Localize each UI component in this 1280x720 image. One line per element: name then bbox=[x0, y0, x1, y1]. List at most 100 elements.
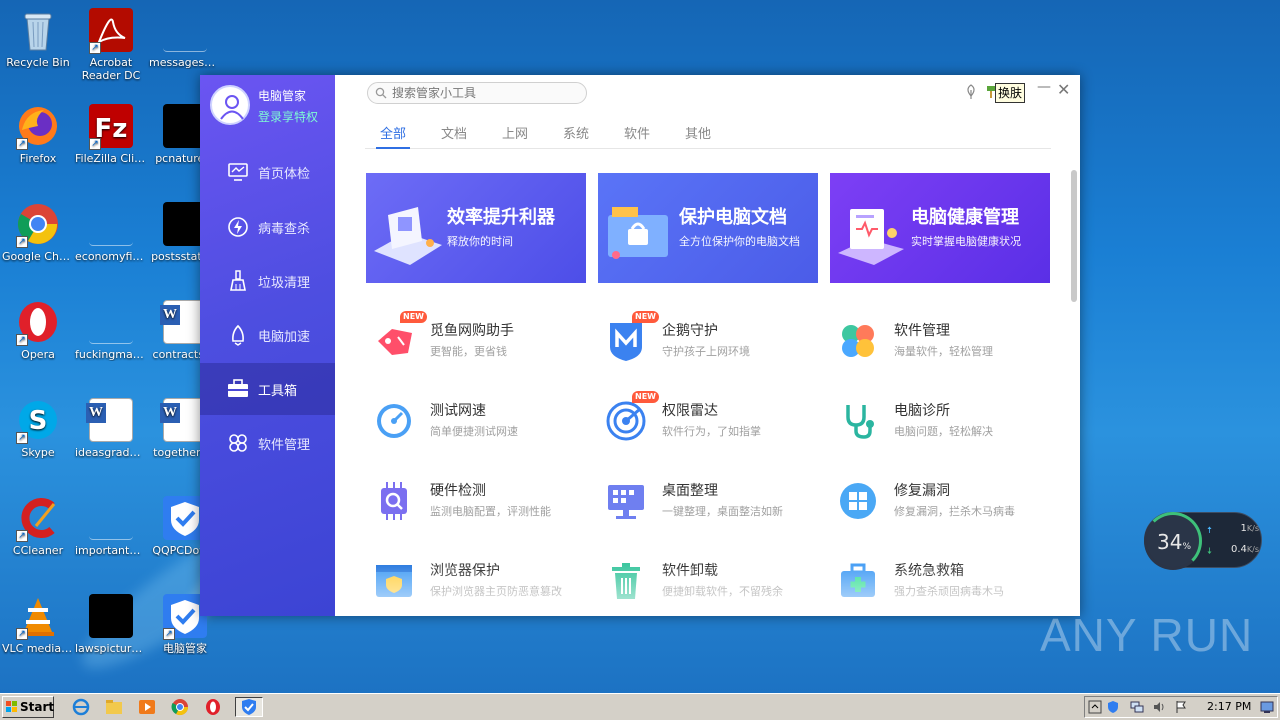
desktop-icon-filezilla[interactable]: Fz ↗ FileZilla Client bbox=[73, 104, 149, 165]
tool-browser-protect[interactable]: 浏览器保护 保护浏览器主页防恶意篡改 bbox=[366, 551, 586, 611]
system-tray: 2:17 PM bbox=[1084, 696, 1278, 718]
show-hidden-icons-icon[interactable] bbox=[1088, 700, 1102, 714]
firefox-icon: ↗ bbox=[16, 104, 60, 150]
media-player-icon[interactable] bbox=[136, 697, 158, 717]
tool-desc: 监测电脑配置，评测性能 bbox=[430, 505, 551, 518]
tool-shopping-assistant[interactable]: NEW 觅鱼网购助手 更智能，更省钱 bbox=[366, 311, 586, 371]
tab-internet[interactable]: 上网 bbox=[502, 123, 528, 142]
login-privilege-link[interactable]: 登录享特权 bbox=[258, 108, 318, 125]
new-badge: NEW bbox=[400, 311, 427, 323]
tool-name: 桌面整理 bbox=[662, 483, 718, 499]
desktop-icon-ccleaner[interactable]: ↗ CCleaner bbox=[0, 496, 76, 557]
clover-icon bbox=[842, 325, 874, 357]
desktop-icon-label: Opera bbox=[21, 348, 55, 361]
vlc-icon: ↗ bbox=[16, 594, 60, 640]
nav-item-toolbox[interactable]: 工具箱 bbox=[200, 363, 335, 415]
stethoscope-icon bbox=[846, 405, 874, 439]
network-speed-widget[interactable]: 34% 🠅 1K/s 🠇 0.4K/s bbox=[1144, 512, 1262, 570]
tab-all[interactable]: 全部 bbox=[375, 123, 411, 149]
trash-icon bbox=[612, 563, 640, 599]
ie-icon[interactable] bbox=[70, 697, 92, 717]
taskbar: Start 2:17 PM bbox=[0, 693, 1280, 720]
tool-desc: 便捷卸载软件，不留残余 bbox=[662, 585, 783, 598]
desktop-icon-vlc[interactable]: ↗ VLC media player bbox=[0, 594, 76, 655]
speedometer-icon bbox=[377, 404, 411, 438]
desktop-icon-rtf[interactable]: W ideasgrade.rtf bbox=[73, 398, 149, 459]
desktop-icon-firefox[interactable]: ↗ Firefox bbox=[0, 104, 76, 165]
desktop-icon-file[interactable]: messagesd... bbox=[147, 8, 223, 69]
tool-pc-clinic[interactable]: 电脑诊所 电脑问题，轻松解决 bbox=[830, 391, 1050, 451]
desktop-icon-label: Skype bbox=[21, 446, 55, 459]
desktop-icon-file[interactable]: lawspicture... bbox=[73, 594, 149, 655]
start-button[interactable]: Start bbox=[2, 696, 54, 718]
banner-title: 效率提升利器 bbox=[447, 207, 555, 228]
tool-desc: 强力查杀顽固病毒木马 bbox=[894, 585, 1004, 598]
tool-speed-test[interactable]: 测试网速 简单便捷测试网速 bbox=[366, 391, 586, 451]
tool-penguin-guard[interactable]: NEW 企鹅守护 守护孩子上网环境 bbox=[598, 311, 818, 371]
nav-label: 首页体检 bbox=[258, 167, 311, 182]
radar-icon bbox=[606, 401, 646, 441]
skype-icon: S ↗ bbox=[16, 398, 60, 444]
show-desktop-icon[interactable] bbox=[1260, 700, 1274, 714]
desktop-icon-chrome[interactable]: ↗ Google Chrome bbox=[0, 202, 76, 263]
action-center-flag-icon[interactable] bbox=[1174, 700, 1188, 714]
search-box[interactable] bbox=[367, 82, 587, 104]
volume-icon[interactable] bbox=[1152, 700, 1166, 714]
tag-icon bbox=[378, 329, 412, 355]
chrome-icon[interactable] bbox=[169, 697, 191, 717]
tool-uninstall[interactable]: 软件卸载 便捷卸载软件，不留残余 bbox=[598, 551, 818, 611]
nav-item-junk-clean[interactable]: 垃圾清理 bbox=[200, 255, 335, 307]
desktop-icon-file[interactable]: fuckingmag... bbox=[73, 300, 149, 361]
tab-documents[interactable]: 文档 bbox=[441, 123, 467, 142]
network-icon[interactable] bbox=[1130, 700, 1144, 714]
desktop-icon-label: Firefox bbox=[19, 152, 57, 165]
opera-icon: ↗ bbox=[16, 300, 60, 346]
banner-protect-docs[interactable]: 保护电脑文档 全方位保护你的电脑文档 bbox=[598, 173, 818, 283]
close-button[interactable]: ✕ bbox=[1057, 80, 1070, 100]
desktop-icon-skype[interactable]: S ↗ Skype bbox=[0, 398, 76, 459]
tool-hardware-check[interactable]: 硬件检测 监测电脑配置，评测性能 bbox=[366, 471, 586, 531]
nav-item-speedup[interactable]: 电脑加速 bbox=[200, 309, 335, 361]
desktop-icon-label: Recycle Bin bbox=[6, 56, 70, 69]
skin-tooltip: 换肤 bbox=[995, 83, 1026, 103]
lightning-icon bbox=[228, 217, 248, 237]
tool-software-manager[interactable]: 软件管理 海量软件，轻松管理 bbox=[830, 311, 1050, 371]
tool-name: 软件卸载 bbox=[662, 563, 718, 579]
desktop-icon-label: fuckingmag... bbox=[75, 348, 149, 361]
taskbar-qqpcmgr-button[interactable] bbox=[235, 697, 263, 717]
feedback-icon[interactable] bbox=[963, 84, 979, 100]
desktop-icon-label: CCleaner bbox=[12, 544, 64, 557]
broom-icon bbox=[230, 270, 246, 291]
avatar[interactable] bbox=[210, 85, 250, 125]
search-input[interactable] bbox=[392, 85, 582, 101]
qqpc-tray-shield-icon[interactable] bbox=[1106, 700, 1120, 714]
banner-title: 电脑健康管理 bbox=[911, 207, 1019, 228]
tool-desktop-organize[interactable]: 桌面整理 一键整理，桌面整洁如新 bbox=[598, 471, 818, 531]
banner-efficiency[interactable]: 效率提升利器 释放你的时间 bbox=[366, 173, 586, 283]
desktop-icon-acrobat[interactable]: ↗ Acrobat Reader DC bbox=[73, 8, 149, 82]
desktop-icon-file[interactable]: economyfiv... bbox=[73, 202, 149, 263]
scrollbar[interactable] bbox=[1071, 170, 1077, 302]
category-tabs: 全部 文档 上网 系统 软件 其他 bbox=[365, 115, 1051, 149]
tool-desc: 保护浏览器主页防恶意篡改 bbox=[430, 585, 562, 598]
tool-permission-radar[interactable]: NEW 权限雷达 软件行为，了如指掌 bbox=[598, 391, 818, 451]
tab-system[interactable]: 系统 bbox=[563, 123, 589, 142]
clock[interactable]: 2:17 PM bbox=[1207, 700, 1251, 713]
desktop-icon-file[interactable]: importantm... bbox=[73, 496, 149, 557]
banner-health[interactable]: 电脑健康管理 实时掌握电脑健康状况 bbox=[830, 173, 1050, 283]
folder-lock-illustration-icon bbox=[608, 207, 668, 259]
desktop-icon-recycle-bin[interactable]: Recycle Bin bbox=[0, 8, 76, 69]
tab-other[interactable]: 其他 bbox=[685, 123, 711, 142]
tool-fix-vulnerabilities[interactable]: 修复漏洞 修复漏洞，拦杀木马病毒 bbox=[830, 471, 1050, 531]
tool-desc: 电脑问题，轻松解决 bbox=[894, 425, 993, 438]
tab-software[interactable]: 软件 bbox=[624, 123, 650, 142]
nav-item-software-manager[interactable]: 软件管理 bbox=[200, 417, 335, 469]
desktop-icon-opera[interactable]: ↗ Opera bbox=[0, 300, 76, 361]
minimize-button[interactable]: — bbox=[1037, 79, 1051, 99]
opera-icon[interactable] bbox=[202, 697, 224, 717]
tool-name: 硬件检测 bbox=[430, 483, 486, 499]
nav-item-home-checkup[interactable]: 首页体检 bbox=[200, 146, 335, 198]
folder-icon[interactable] bbox=[103, 697, 125, 717]
tool-first-aid[interactable]: 系统急救箱 强力查杀顽固病毒木马 bbox=[830, 551, 1050, 611]
nav-item-virus-scan[interactable]: 病毒查杀 bbox=[200, 201, 335, 253]
